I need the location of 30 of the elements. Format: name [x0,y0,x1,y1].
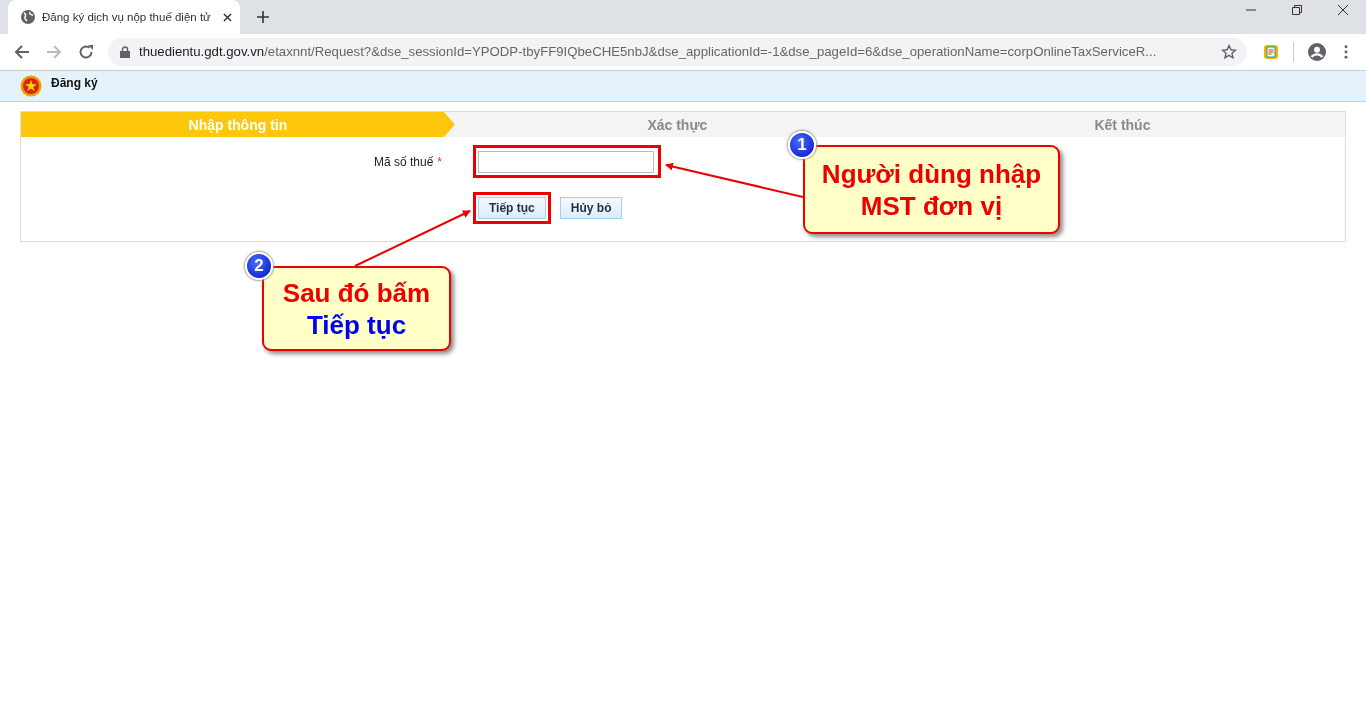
star-icon[interactable] [1221,44,1237,60]
step-label: Xác thực [647,116,708,133]
close-icon[interactable] [1338,5,1348,15]
reload-icon[interactable] [78,44,94,60]
profile-icon[interactable] [1308,43,1326,61]
url-text: thuedientu.gdt.gov.vn/etaxnnt/Request?&dse_sessionId=YPODP-tbyFF9IQbeCHE5nbJ&dse_applicationId=-1&dse_pageId=6&dse_operationName=corpOnlineTaxServiceR... [139,43,1157,61]
lock-icon [120,46,130,58]
globe-icon [20,9,36,25]
callout-text: Sau đó bấm [282,276,431,309]
cancel-button[interactable]: Hủy bỏ [559,197,623,219]
tab-title: Đăng ký dịch vụ nộp thuế điện tử [42,11,211,23]
page-title: Đăng ký [51,76,98,90]
field-label: Mã số thuế [373,155,434,169]
callout-text: Tiếp tục [306,308,407,341]
restore-icon[interactable] [1292,5,1302,15]
emblem-icon [20,75,42,97]
required-mark: * [437,155,442,169]
back-icon[interactable] [14,44,30,60]
new-tab-icon[interactable] [257,11,269,23]
tax-code-field[interactable] [478,151,654,173]
address-bar[interactable]: thuedientu.gdt.gov.vn/etaxnnt/Request?&dse_sessionId=YPODP-tbyFF9IQbeCHE5nbJ&dse_applicationId=-1&dse_pageId=6&dse_operationName=corpOnlineTaxServiceR... [108,38,1247,66]
menu-icon[interactable] [1344,45,1348,59]
extension-icon[interactable] [1263,44,1279,60]
step-label: Nhập thông tin [188,116,288,133]
close-icon[interactable] [223,12,232,22]
callout-text: MST đơn vị [860,189,1003,222]
continue-button[interactable]: Tiếp tục [478,197,546,219]
step-label: Kết thúc [1094,116,1151,133]
callout-text: Người dùng nhập [821,157,1042,190]
number-badge: 2 [245,252,273,280]
